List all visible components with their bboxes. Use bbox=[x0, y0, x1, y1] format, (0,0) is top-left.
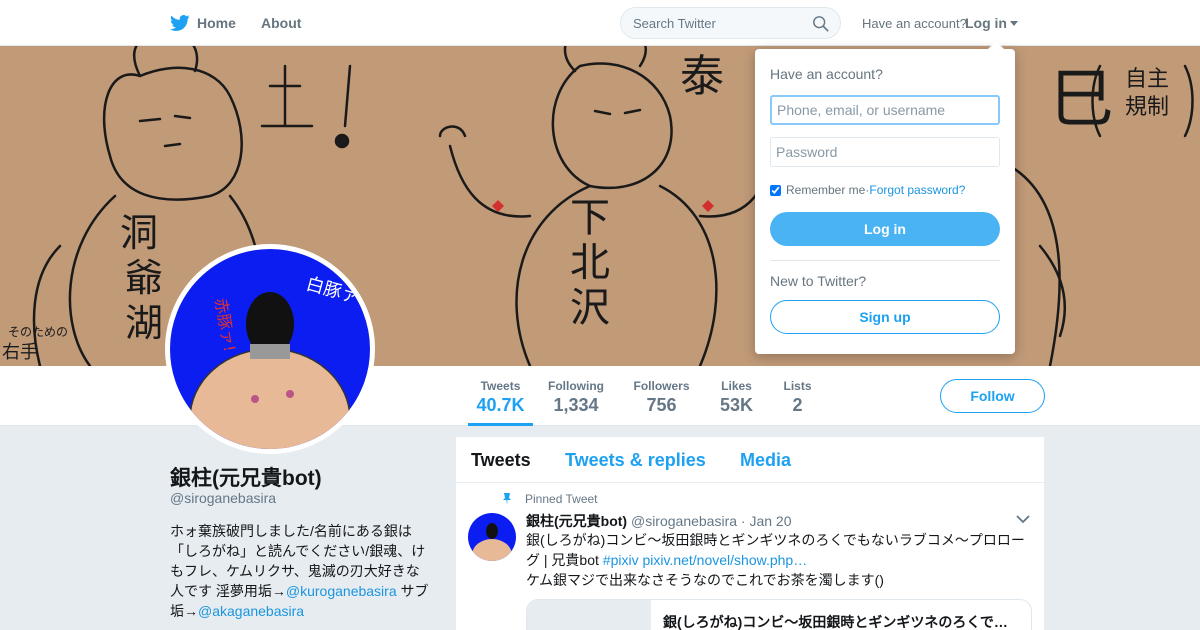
remember-label[interactable]: Remember me bbox=[786, 183, 865, 197]
stat-likes[interactable]: Likes 53K bbox=[716, 366, 757, 426]
search-placeholder: Search Twitter bbox=[633, 15, 716, 31]
search-icon[interactable] bbox=[812, 15, 830, 33]
svg-text:北: 北 bbox=[570, 240, 610, 286]
link-card[interactable]: 銀(しろがね)コンビ〜坂田銀時とギンギツネのろくで… bbox=[526, 599, 1032, 630]
stat-label: Followers bbox=[633, 379, 690, 393]
tweet-author-handle[interactable]: @siroganebasira bbox=[631, 513, 737, 529]
tweet-url[interactable]: pixiv.net/novel/show.php… bbox=[639, 552, 807, 568]
stat-value: 40.7K bbox=[476, 395, 525, 415]
svg-text:爺: 爺 bbox=[125, 256, 163, 300]
stat-followers[interactable]: Followers 756 bbox=[630, 366, 693, 426]
nav-home-link[interactable]: Home bbox=[170, 0, 236, 46]
svg-text:赤豚ァ!: 赤豚ァ! bbox=[211, 296, 239, 353]
banner-text-shimokita: 下 bbox=[570, 195, 610, 241]
tab-tweets[interactable]: Tweets bbox=[471, 437, 531, 483]
stat-value: 2 bbox=[792, 395, 803, 415]
tweet-text: 銀(しろがね)コンビ〜坂田銀時とギンギツネのろくでもないラブコメ〜プロローグ |… bbox=[526, 530, 1032, 590]
timeline-tabs: Tweets Tweets & replies Media bbox=[456, 437, 1044, 483]
stat-label: Likes bbox=[721, 379, 752, 393]
avatar-drawing: 白豚ァ! 赤豚ァ! bbox=[189, 274, 368, 449]
follow-button[interactable]: Follow bbox=[940, 379, 1045, 413]
profile-handle[interactable]: @siroganebasira bbox=[170, 490, 276, 506]
tweet-hashtag[interactable]: #pixiv bbox=[603, 552, 639, 568]
profile-name[interactable]: 銀柱(元兄貴bot) bbox=[170, 462, 322, 492]
tab-media[interactable]: Media bbox=[740, 437, 791, 483]
login-button[interactable]: Log in bbox=[770, 212, 1000, 246]
svg-text:巳: 巳 bbox=[1050, 63, 1114, 137]
pinned-label: Pinned Tweet bbox=[525, 492, 598, 506]
tweet-header: 銀柱(元兄貴bot) @siroganebasira · Jan 20 bbox=[526, 511, 792, 531]
svg-text:沢: 沢 bbox=[570, 285, 610, 331]
caret-down-icon bbox=[1010, 20, 1018, 26]
stat-label: Following bbox=[548, 379, 604, 393]
forgot-password-link[interactable]: Forgot password? bbox=[869, 183, 965, 197]
pinned-label-row: Pinned Tweet bbox=[501, 492, 598, 506]
twitter-bird-icon bbox=[170, 15, 190, 31]
username-input[interactable] bbox=[770, 95, 1000, 125]
stat-value: 756 bbox=[646, 395, 677, 415]
pinned-tweet[interactable]: Pinned Tweet 銀柱(元兄貴bot) @siroganebasira … bbox=[456, 484, 1044, 630]
nav-home-label: Home bbox=[197, 15, 236, 31]
svg-text:自主: 自主 bbox=[1125, 67, 1169, 92]
remember-row: Remember me · Forgot password? bbox=[770, 183, 965, 197]
signup-button[interactable]: Sign up bbox=[770, 300, 1000, 334]
top-nav-bar: Home About Search Twitter Have an accoun… bbox=[0, 0, 1200, 46]
login-dropdown-toggle[interactable]: Log in bbox=[965, 0, 1018, 46]
stat-value: 1,334 bbox=[553, 395, 599, 415]
profile-bio: ホォ棄族破門しました/名前にある銀は「しろがね」と読んでください/銀魂、けもフレ… bbox=[170, 521, 432, 621]
dropdown-divider bbox=[770, 260, 1000, 261]
stat-label: Tweets bbox=[480, 379, 521, 393]
tweet-author-name[interactable]: 銀柱(元兄貴bot) bbox=[526, 513, 627, 529]
tweet-avatar[interactable] bbox=[468, 513, 516, 561]
tweet-text-part2: ケム銀マジで出来なさそうなのでこれでお茶を濁します() bbox=[526, 572, 884, 588]
bio-link-akagane[interactable]: @akaganebasira bbox=[198, 603, 304, 619]
svg-text:湖: 湖 bbox=[125, 301, 163, 345]
svg-text:右手: 右手 bbox=[2, 342, 38, 363]
timeline: Tweets Tweets & replies Media Pinned Twe… bbox=[456, 437, 1044, 630]
bio-link-kurogane[interactable]: @kuroganebasira bbox=[286, 583, 397, 599]
stat-tweets[interactable]: Tweets 40.7K bbox=[468, 366, 533, 426]
dropdown-arrow bbox=[988, 41, 1004, 49]
svg-text:規制: 規制 bbox=[1125, 95, 1169, 120]
chevron-down-icon[interactable] bbox=[1016, 514, 1030, 524]
banner-text-toyako: 洞 bbox=[120, 211, 158, 255]
password-input[interactable] bbox=[770, 137, 1000, 167]
dropdown-title: Have an account? bbox=[770, 66, 883, 82]
profile-avatar[interactable]: 白豚ァ! 赤豚ァ! bbox=[165, 244, 375, 454]
have-account-text: Have an account? bbox=[862, 15, 967, 31]
stat-following[interactable]: Following 1,334 bbox=[545, 366, 607, 426]
nav-about-label: About bbox=[261, 15, 302, 31]
svg-text:泰: 泰 bbox=[680, 51, 724, 102]
tweet-avatar-drawing bbox=[472, 523, 512, 561]
login-toggle-label: Log in bbox=[965, 15, 1007, 31]
login-dropdown: Have an account? Remember me · Forgot pa… bbox=[755, 41, 1015, 354]
search-input[interactable]: Search Twitter bbox=[620, 7, 841, 39]
card-title: 銀(しろがね)コンビ〜坂田銀時とギンギツネのろくで… bbox=[663, 614, 1008, 630]
tab-tweets-replies[interactable]: Tweets & replies bbox=[565, 437, 706, 483]
pin-icon bbox=[503, 493, 511, 505]
remember-checkbox[interactable] bbox=[770, 184, 781, 196]
tweet-date[interactable]: · Jan 20 bbox=[741, 513, 792, 529]
stat-lists[interactable]: Lists 2 bbox=[780, 366, 815, 426]
nav-about-link[interactable]: About bbox=[261, 0, 301, 46]
new-to-twitter-text: New to Twitter? bbox=[770, 273, 867, 289]
svg-text:そのための: そのための bbox=[8, 325, 68, 339]
stat-value: 53K bbox=[719, 395, 754, 415]
stat-label: Lists bbox=[783, 379, 812, 393]
card-image bbox=[527, 600, 651, 630]
